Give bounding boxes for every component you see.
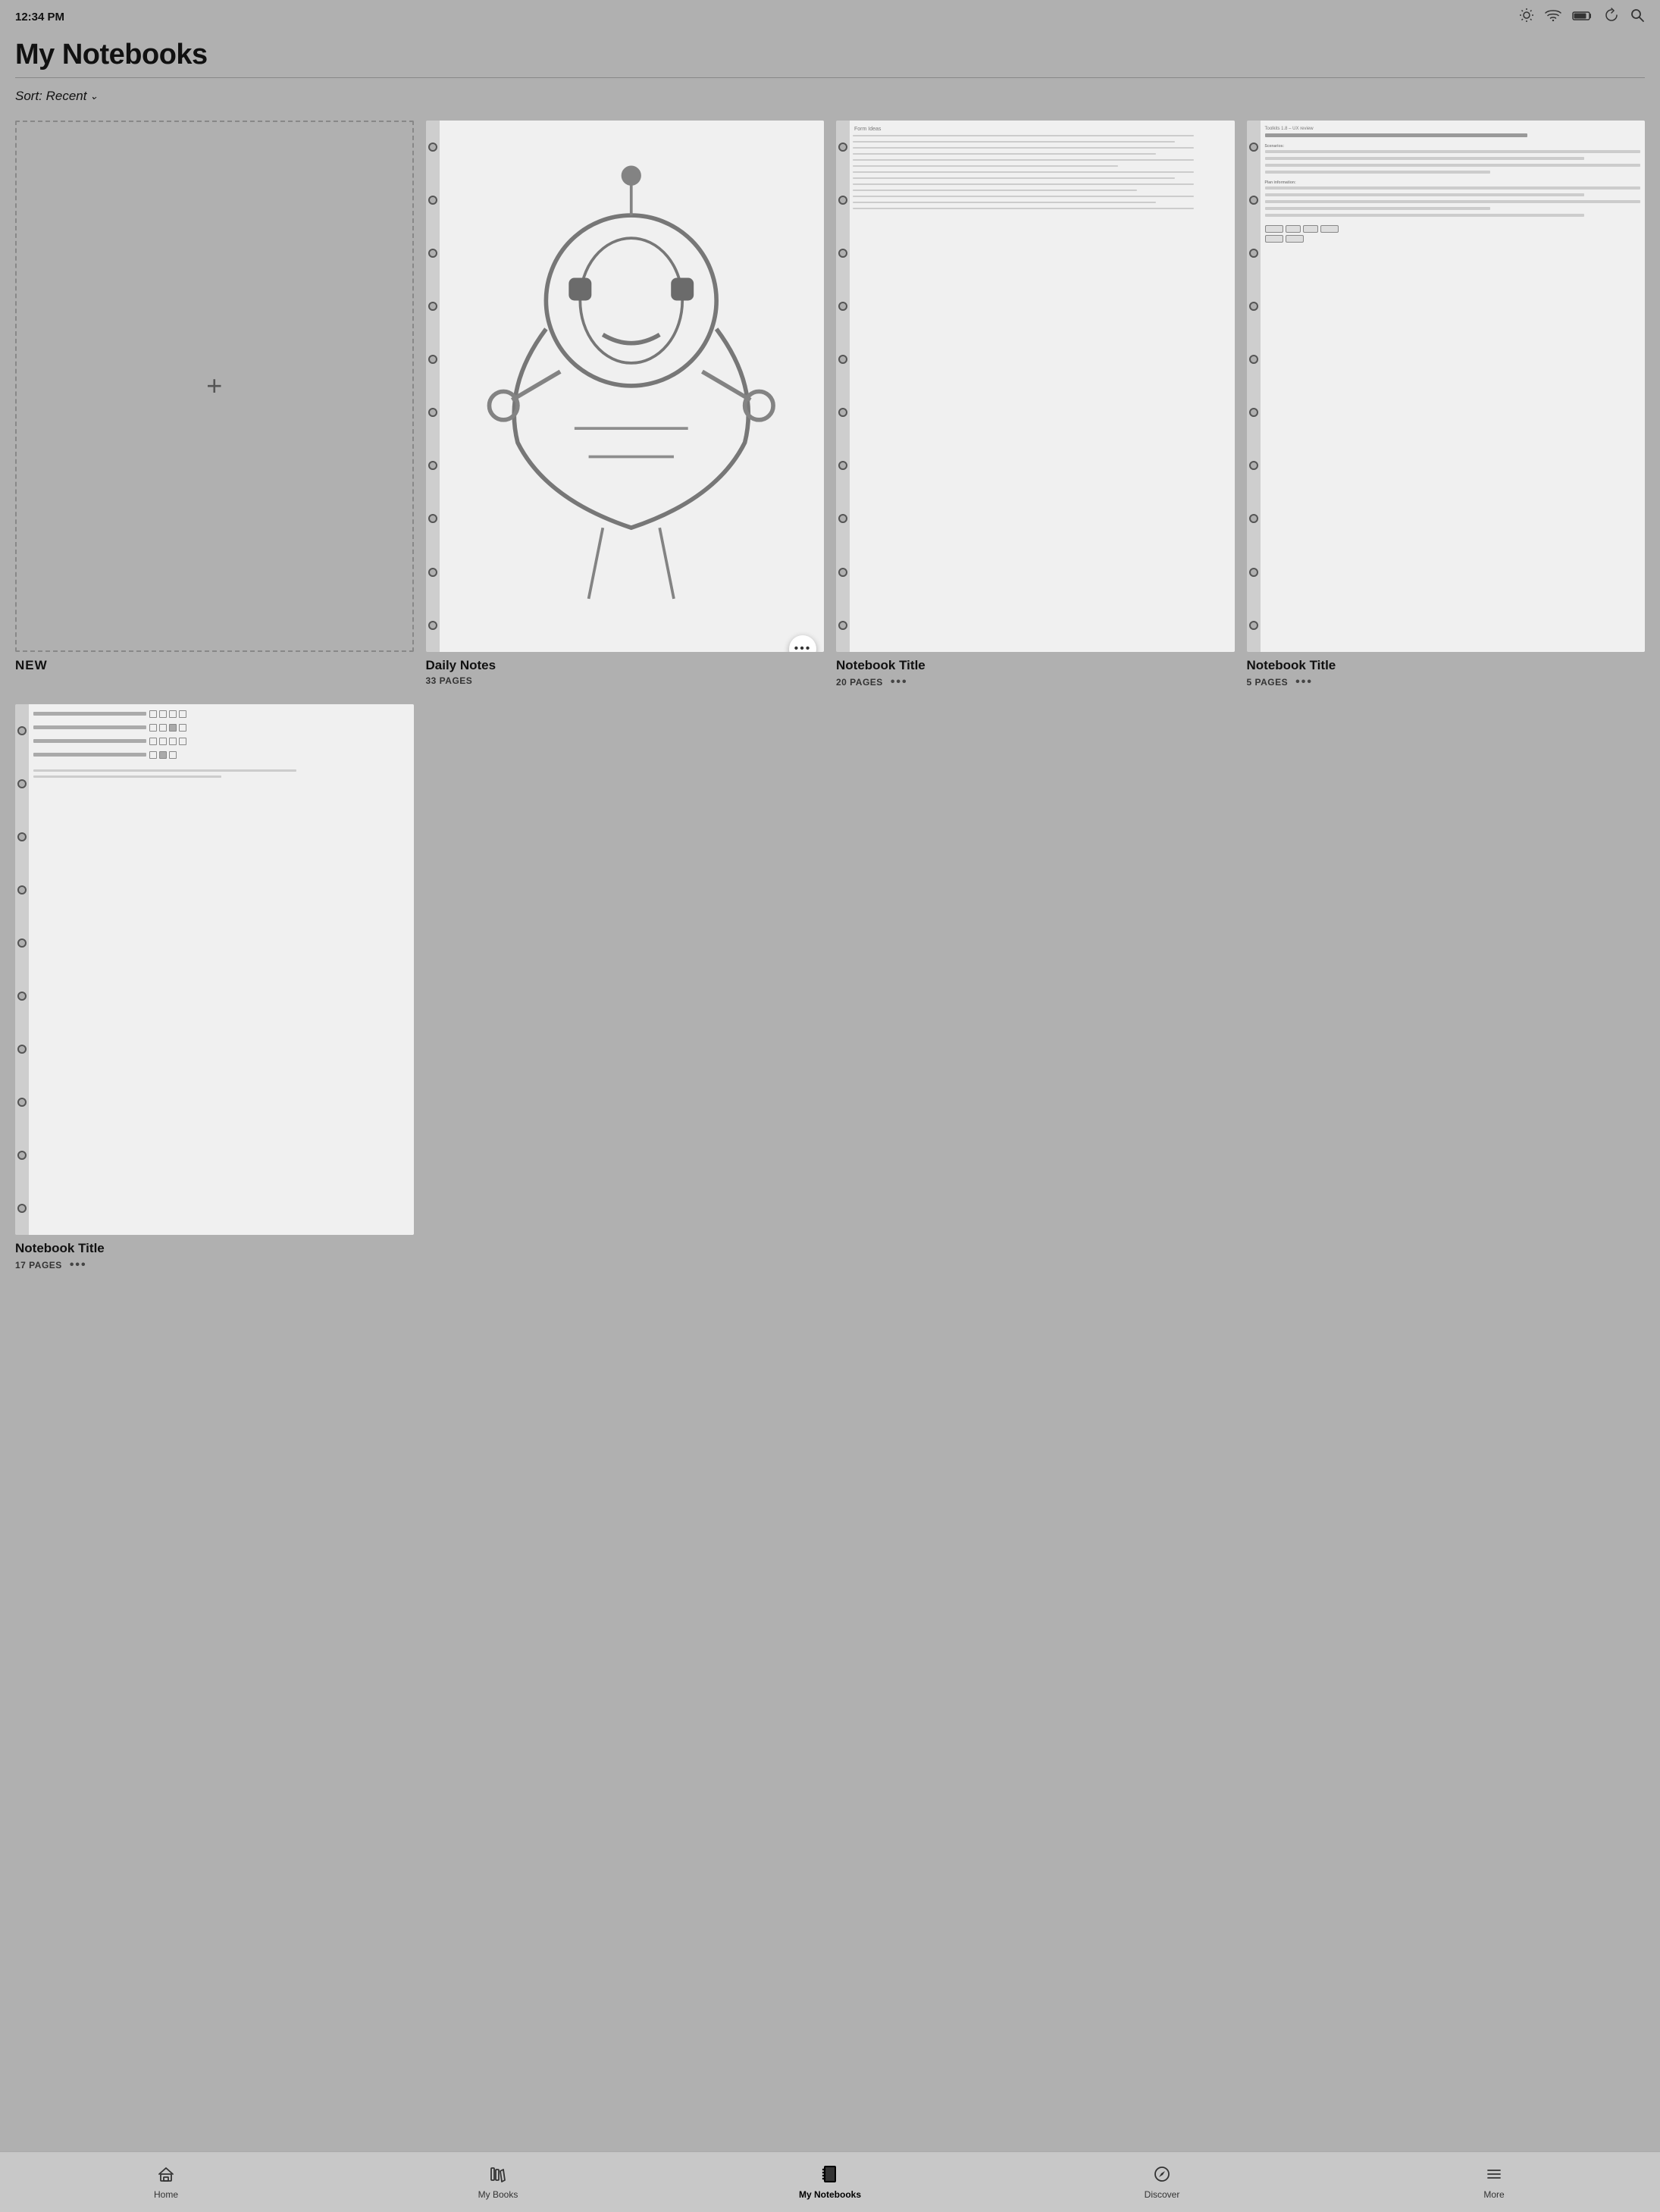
nav-home-label: Home [154, 2189, 178, 2200]
daily-notes-title: Daily Notes [426, 658, 496, 673]
notebook-2-item[interactable]: Form Ideas Notebook Title [836, 121, 1235, 689]
notebook-4-inner [29, 704, 414, 1236]
notebook-3-pages: 5 PAGES [1247, 677, 1289, 688]
more-icon [1485, 2165, 1503, 2186]
sort-row[interactable]: Sort: Recent ⌄ [15, 89, 1645, 104]
daily-notes-item[interactable]: ••• Daily Notes 33 PAGES [426, 121, 825, 689]
sort-label[interactable]: Sort: Recent ⌄ [15, 89, 98, 104]
notebook-2-more-button[interactable]: ••• [891, 675, 908, 689]
sync-icon[interactable] [1604, 8, 1619, 27]
nav-more-label: More [1483, 2189, 1504, 2200]
plus-icon: + [206, 372, 222, 399]
daily-notes-cover: ••• [426, 121, 825, 652]
notebook-3-title: Notebook Title [1247, 658, 1336, 673]
time: 12:34 PM [15, 11, 64, 23]
nav-my-books[interactable]: My Books [332, 2159, 664, 2206]
main-content: My Notebooks Sort: Recent ⌄ + NEW [0, 31, 1660, 2212]
daily-notes-meta: 33 PAGES [426, 675, 473, 686]
notebook-3-meta: 5 PAGES ••• [1247, 675, 1313, 689]
spiral-binding-4 [15, 704, 29, 1236]
spiral-binding [426, 121, 440, 652]
nav-more[interactable]: More [1328, 2159, 1660, 2206]
home-icon [157, 2165, 175, 2186]
notebooks-icon [821, 2165, 839, 2186]
daily-notes-inner [440, 121, 825, 652]
battery-icon [1572, 9, 1593, 25]
wifi-icon [1545, 9, 1561, 25]
daily-notes-pages: 33 PAGES [426, 675, 473, 686]
nav-discover[interactable]: Discover [996, 2159, 1328, 2206]
notebook-4-meta: 17 PAGES ••• [15, 1258, 87, 1272]
notebook-3-cover: Toolkits 1.8 – UX review Scenarios: Plan… [1247, 121, 1646, 652]
notebook-4-title: Notebook Title [15, 1241, 105, 1256]
notebook-2-meta: 20 PAGES ••• [836, 675, 908, 689]
nav-my-books-label: My Books [478, 2189, 518, 2200]
notebook-2-title: Notebook Title [836, 658, 926, 673]
nav-discover-label: Discover [1145, 2189, 1180, 2200]
page-title: My Notebooks [15, 39, 1645, 71]
notebook-3-more-button[interactable]: ••• [1295, 675, 1313, 689]
notebook-4-pages: 17 PAGES [15, 1260, 62, 1270]
nav-home[interactable]: Home [0, 2159, 332, 2206]
notebook-2-cover: Form Ideas [836, 121, 1235, 652]
search-icon[interactable] [1630, 8, 1645, 27]
discover-icon [1153, 2165, 1171, 2186]
divider [15, 77, 1645, 78]
nav-my-notebooks-label: My Notebooks [799, 2189, 861, 2200]
notebook-2-pages: 20 PAGES [836, 677, 883, 688]
chevron-down-icon: ⌄ [90, 90, 99, 102]
brightness-icon [1519, 8, 1534, 27]
nav-my-notebooks[interactable]: My Notebooks [664, 2159, 996, 2206]
new-label: NEW [15, 658, 48, 673]
new-notebook-cover: + [15, 121, 414, 652]
books-icon [489, 2165, 507, 2186]
spiral-binding-2 [836, 121, 850, 652]
bottom-nav: Home My Books My Notebooks [0, 2151, 1660, 2212]
notebook-4-cover [15, 704, 414, 1236]
new-notebook-item[interactable]: + NEW [15, 121, 414, 689]
notebook-4-item[interactable]: Notebook Title 17 PAGES ••• [15, 704, 414, 1273]
notebook-4-more-button[interactable]: ••• [70, 1258, 87, 1272]
notebook-grid: + NEW [15, 121, 1645, 1272]
status-bar: 12:34 PM [0, 0, 1660, 31]
notebook-3-inner: Toolkits 1.8 – UX review Scenarios: Plan… [1261, 121, 1646, 652]
notebook-3-item[interactable]: Toolkits 1.8 – UX review Scenarios: Plan… [1247, 121, 1646, 689]
sketch-drawing [443, 125, 822, 647]
spiral-binding-3 [1247, 121, 1261, 652]
notebook-2-inner: Form Ideas [850, 121, 1235, 652]
status-icons [1519, 8, 1645, 27]
